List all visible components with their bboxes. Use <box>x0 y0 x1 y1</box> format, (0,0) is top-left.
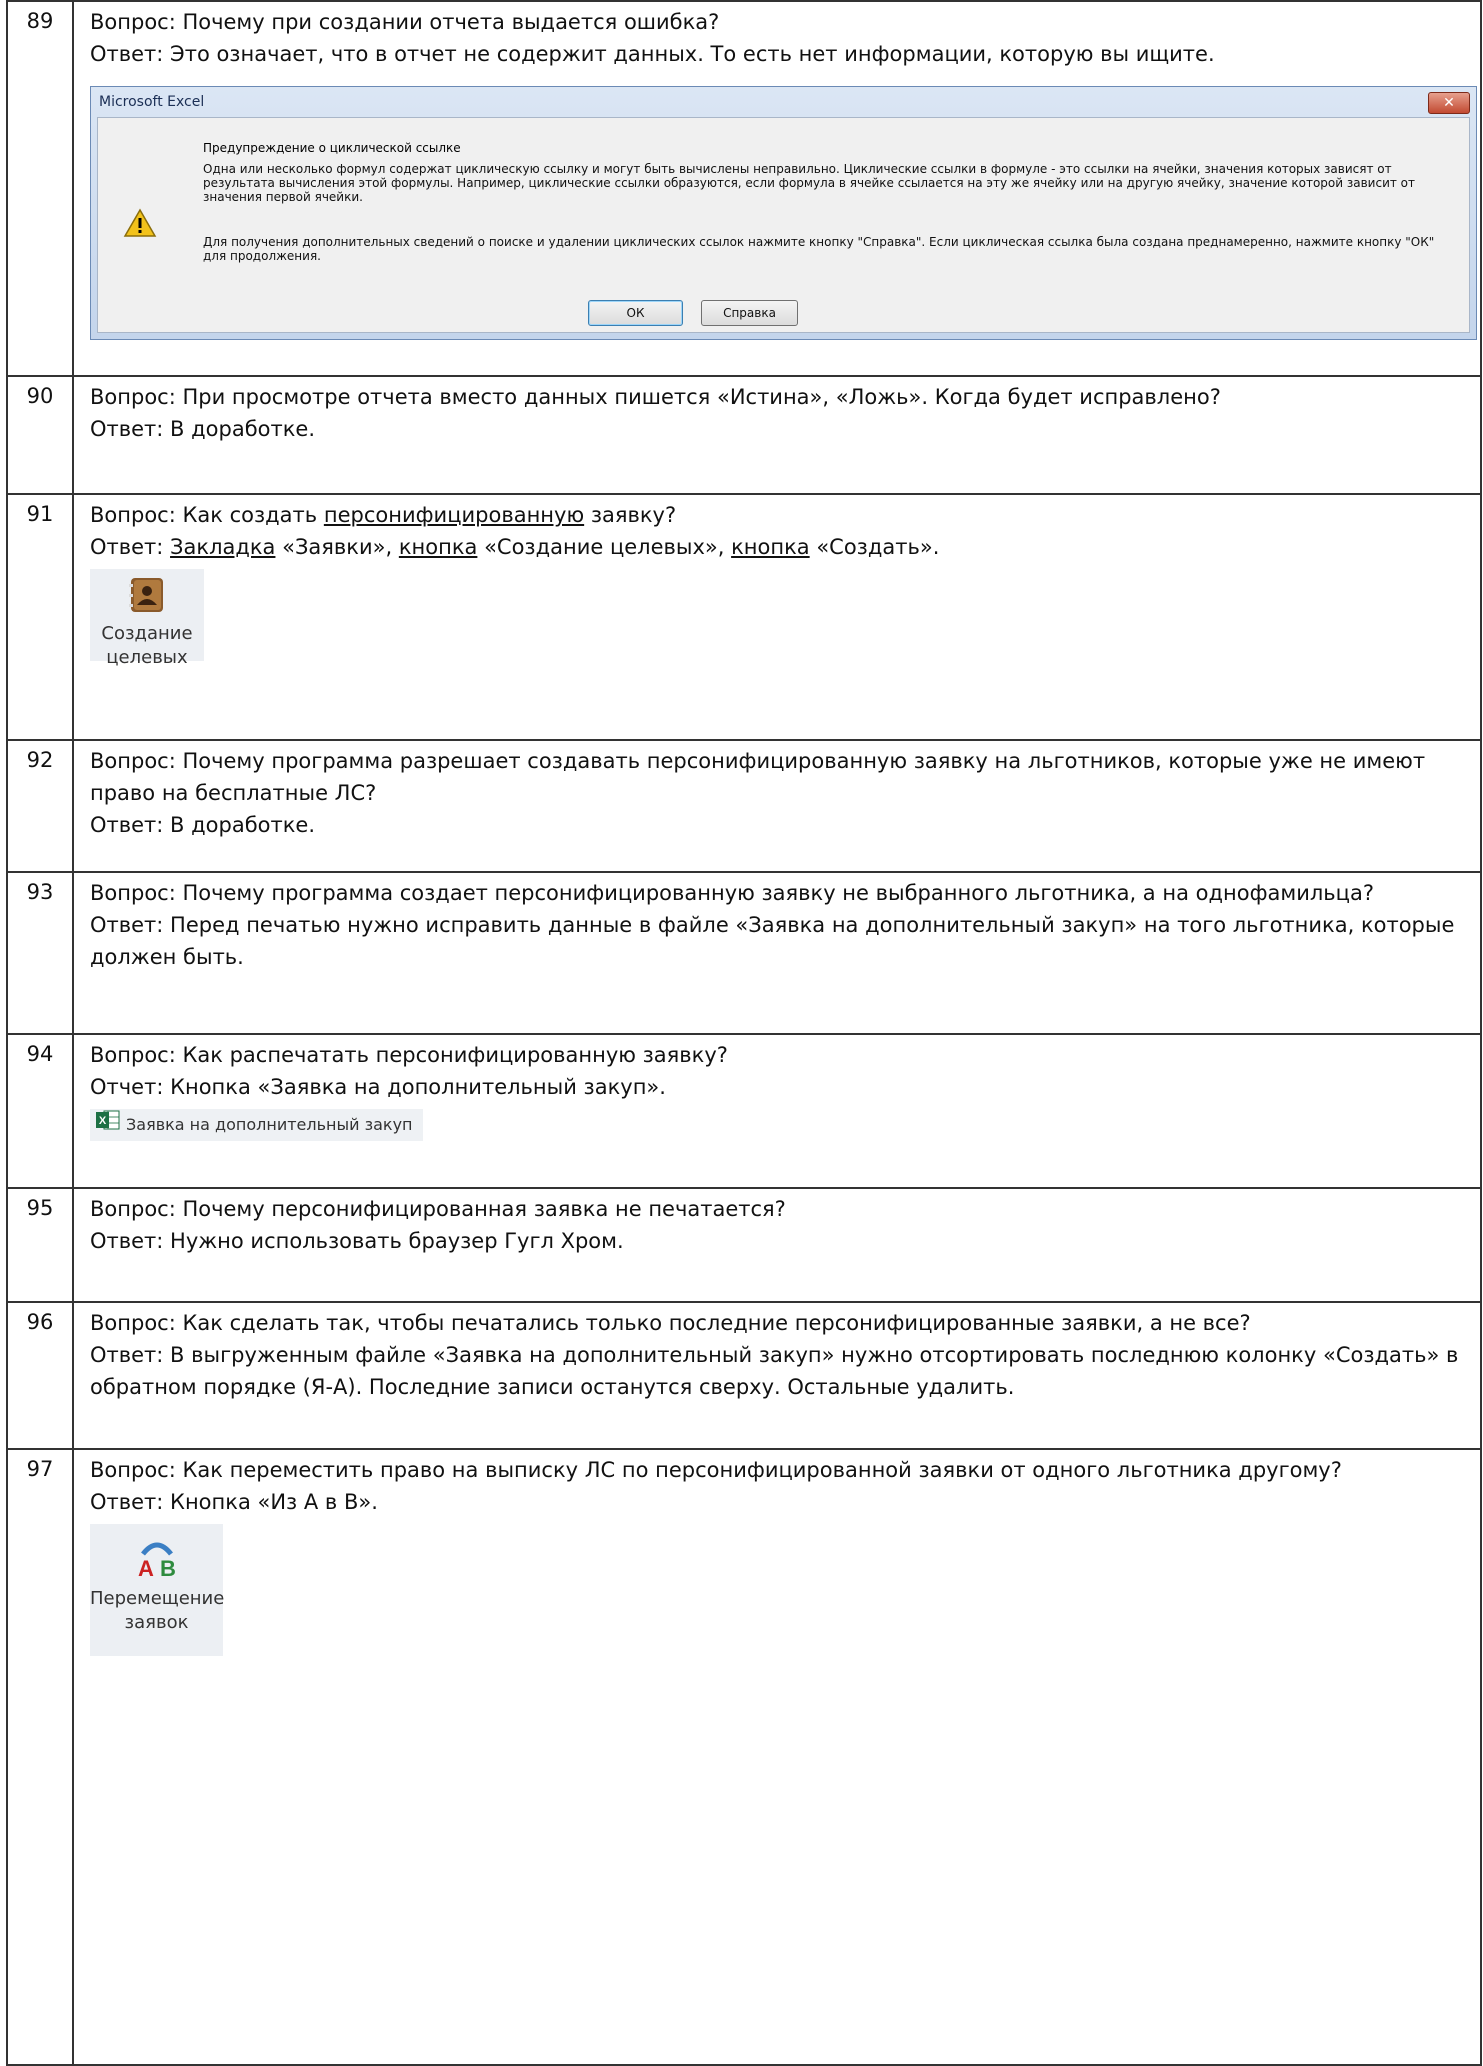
address-book-icon <box>90 575 204 622</box>
answer-text: Ответ: Кнопка «Из А в В». <box>90 1490 378 1514</box>
excel-icon: X <box>96 1109 120 1142</box>
table-row: 94 Вопрос: Как распечатать персонифициро… <box>6 1033 1482 1189</box>
table-row: 96 Вопрос: Как сделать так, чтобы печата… <box>6 1301 1482 1450</box>
row-number: 92 <box>6 739 74 873</box>
ok-button[interactable]: ОК <box>588 300 683 326</box>
row-number: 95 <box>6 1187 74 1303</box>
answer-prefix: Ответ: <box>90 535 171 559</box>
close-icon[interactable]: ✕ <box>1428 92 1470 114</box>
row-content: Вопрос: Почему программа создает персони… <box>72 871 1482 1035</box>
answer-text: Ответ: В доработке. <box>90 417 316 441</box>
dialog-title: Microsoft Excel <box>99 94 205 110</box>
question-text: Вопрос: Почему при создании отчета выдае… <box>90 10 720 34</box>
question-text: Вопрос: Почему программа разрешает созда… <box>90 749 1426 805</box>
row-number: 94 <box>6 1033 74 1189</box>
answer-suffix: «Создать». <box>809 535 940 559</box>
button-label-line1: Создание <box>101 623 193 644</box>
faq-document: 89 Вопрос: Почему при создании отчета вы… <box>6 0 1482 2066</box>
answer-link-button2[interactable]: кнопка <box>731 535 810 559</box>
answer-text: Отчет: Кнопка «Заявка на дополнительный … <box>90 1075 666 1099</box>
dialog-body: Предупреждение о циклической ссылке Одна… <box>97 117 1470 333</box>
excel-warning-dialog: Microsoft Excel ✕ Предупреждение о цикли… <box>90 86 1477 340</box>
question-text: Вопрос: Почему программа создает персони… <box>90 881 1374 905</box>
row-content: Вопрос: При просмотре отчета вместо данн… <box>72 375 1482 495</box>
button-label: Заявка на дополнительный закуп <box>126 1115 413 1134</box>
row-content: Вопрос: Почему при создании отчета выдае… <box>72 0 1482 377</box>
dialog-heading: Предупреждение о циклической ссылке <box>203 141 461 155</box>
row-number: 89 <box>6 0 74 377</box>
warning-icon <box>123 208 157 251</box>
ab-move-icon: A B <box>90 1534 223 1587</box>
answer-link-button1[interactable]: кнопка <box>399 535 478 559</box>
answer-text: Ответ: В доработке. <box>90 813 316 837</box>
help-button[interactable]: Справка <box>701 300 798 326</box>
button-label-line2: заявок <box>124 1612 189 1633</box>
row-content: Вопрос: Как распечатать персонифицирован… <box>72 1033 1482 1189</box>
create-targeted-button[interactable]: Создание целевых <box>90 569 204 668</box>
table-row: 95 Вопрос: Почему персонифицированная за… <box>6 1187 1482 1303</box>
answer-text: Ответ: Закладка «Заявки», кнопка «Создан… <box>90 531 1472 563</box>
row-number: 96 <box>6 1301 74 1450</box>
dialog-text-help: Для получения дополнительных сведений о … <box>203 235 1435 263</box>
table-row: 90 Вопрос: При просмотре отчета вместо д… <box>6 375 1482 495</box>
table-row: 91 Вопрос: Как создать персонифицированн… <box>6 493 1482 741</box>
row-content: Вопрос: Как создать персонифицированную … <box>72 493 1482 741</box>
svg-text:A: A <box>138 1556 154 1580</box>
svg-text:X: X <box>99 1115 107 1127</box>
question-text: Вопрос: Как сделать так, чтобы печаталис… <box>90 1311 1251 1335</box>
answer-mid1: «Заявки», <box>275 535 399 559</box>
answer-text: Ответ: Перед печатью нужно исправить дан… <box>90 913 1455 969</box>
table-row: 97 Вопрос: Как переместить право на выпи… <box>6 1448 1482 2066</box>
answer-link-tab[interactable]: Закладка <box>170 535 275 559</box>
question-text: Вопрос: Как переместить право на выписку… <box>90 1458 1342 1482</box>
row-number: 90 <box>6 375 74 495</box>
question-text: Вопрос: Почему персонифицированная заявк… <box>90 1197 786 1221</box>
svg-text:B: B <box>160 1556 176 1580</box>
question-prefix: Вопрос: Как создать <box>90 503 324 527</box>
question-link[interactable]: персонифицированную <box>324 503 584 527</box>
dialog-text-main: Одна или несколько формул содержат цикли… <box>203 162 1416 204</box>
question-text: Вопрос: При просмотре отчета вместо данн… <box>90 385 1221 409</box>
answer-mid2: «Создание целевых», <box>477 535 732 559</box>
table-row: 93 Вопрос: Почему программа создает перс… <box>6 871 1482 1035</box>
table-row: 92 Вопрос: Почему программа разрешает со… <box>6 739 1482 873</box>
row-number: 97 <box>6 1448 74 2066</box>
move-requests-button[interactable]: A B Перемещение заявок <box>90 1524 225 1656</box>
row-content: Вопрос: Как сделать так, чтобы печаталис… <box>72 1301 1482 1450</box>
table-row: 89 Вопрос: Почему при создании отчета вы… <box>6 0 1482 377</box>
question-text: Вопрос: Как распечатать персонифицирован… <box>90 1043 728 1067</box>
row-content: Вопрос: Как переместить право на выписку… <box>72 1448 1482 2066</box>
button-label-line1: Перемещение <box>90 1588 225 1609</box>
answer-text: Ответ: Это означает, что в отчет не соде… <box>90 42 1215 66</box>
row-content: Вопрос: Почему персонифицированная заявк… <box>72 1187 1482 1303</box>
answer-text: Ответ: В выгруженным файле «Заявка на до… <box>90 1343 1459 1399</box>
faq-table: 89 Вопрос: Почему при создании отчета вы… <box>6 0 1482 2066</box>
row-content: Вопрос: Почему программа разрешает созда… <box>72 739 1482 873</box>
question-suffix: заявку? <box>584 503 677 527</box>
answer-text: Ответ: Нужно использовать браузер Гугл Х… <box>90 1229 624 1253</box>
question-text: Вопрос: Как создать персонифицированную … <box>90 499 1472 531</box>
additional-purchase-request-button[interactable]: X Заявка на дополнительный закуп <box>90 1109 423 1141</box>
row-number: 93 <box>6 871 74 1035</box>
row-number: 91 <box>6 493 74 741</box>
button-label-line2: целевых <box>106 647 188 668</box>
